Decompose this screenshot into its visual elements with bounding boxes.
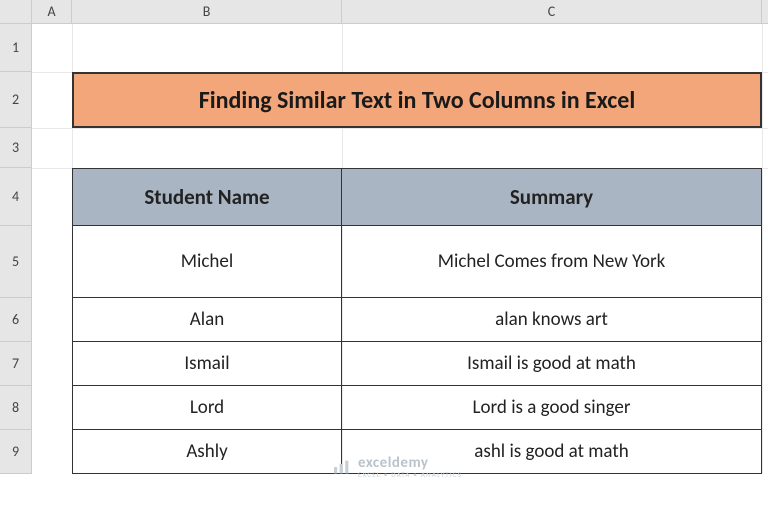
table-row: Ismail Ismail is good at math xyxy=(72,342,762,386)
cell-student-name[interactable]: Alan xyxy=(72,298,342,342)
row-headers: 1 2 3 4 5 6 7 8 9 xyxy=(0,24,32,474)
row-header-9[interactable]: 9 xyxy=(0,430,31,474)
table-row: Alan alan knows art xyxy=(72,298,762,342)
row-header-6[interactable]: 6 xyxy=(0,298,31,342)
gridline xyxy=(762,24,763,474)
header-student-name[interactable]: Student Name xyxy=(72,168,342,226)
col-header-c[interactable]: C xyxy=(342,0,762,23)
cell-summary[interactable]: Ismail is good at math xyxy=(342,342,762,386)
gridline xyxy=(32,128,768,129)
table-row: Michel Michel Comes from New York xyxy=(72,226,762,298)
cell-summary[interactable]: ashl is good at math xyxy=(342,430,762,474)
cell-student-name[interactable]: Ismail xyxy=(72,342,342,386)
col-header-a[interactable]: A xyxy=(32,0,72,23)
row-header-4[interactable]: 4 xyxy=(0,168,31,226)
cell-student-name[interactable]: Lord xyxy=(72,386,342,430)
cell-grid[interactable]: Finding Similar Text in Two Columns in E… xyxy=(32,24,768,474)
column-headers: A B C xyxy=(0,0,768,24)
row-header-2[interactable]: 2 xyxy=(0,72,31,128)
row-header-8[interactable]: 8 xyxy=(0,386,31,430)
header-summary[interactable]: Summary xyxy=(342,168,762,226)
cell-summary[interactable]: Michel Comes from New York xyxy=(342,226,762,298)
title-cell[interactable]: Finding Similar Text in Two Columns in E… xyxy=(72,72,762,128)
cell-student-name[interactable]: Ashly xyxy=(72,430,342,474)
row-header-7[interactable]: 7 xyxy=(0,342,31,386)
data-table: Student Name Summary Michel Michel Comes… xyxy=(72,168,762,474)
table-header-row: Student Name Summary xyxy=(72,168,762,226)
table-row: Ashly ashl is good at math xyxy=(72,430,762,474)
cell-student-name[interactable]: Michel xyxy=(72,226,342,298)
select-all-corner[interactable] xyxy=(0,0,32,23)
cell-summary[interactable]: Lord is a good singer xyxy=(342,386,762,430)
spreadsheet: A B C 1 2 3 4 5 6 7 8 9 Finding Similar … xyxy=(0,0,768,507)
row-header-3[interactable]: 3 xyxy=(0,128,31,168)
row-header-1[interactable]: 1 xyxy=(0,24,31,72)
col-header-b[interactable]: B xyxy=(72,0,342,23)
cell-summary[interactable]: alan knows art xyxy=(342,298,762,342)
row-header-5[interactable]: 5 xyxy=(0,226,31,298)
table-row: Lord Lord is a good singer xyxy=(72,386,762,430)
